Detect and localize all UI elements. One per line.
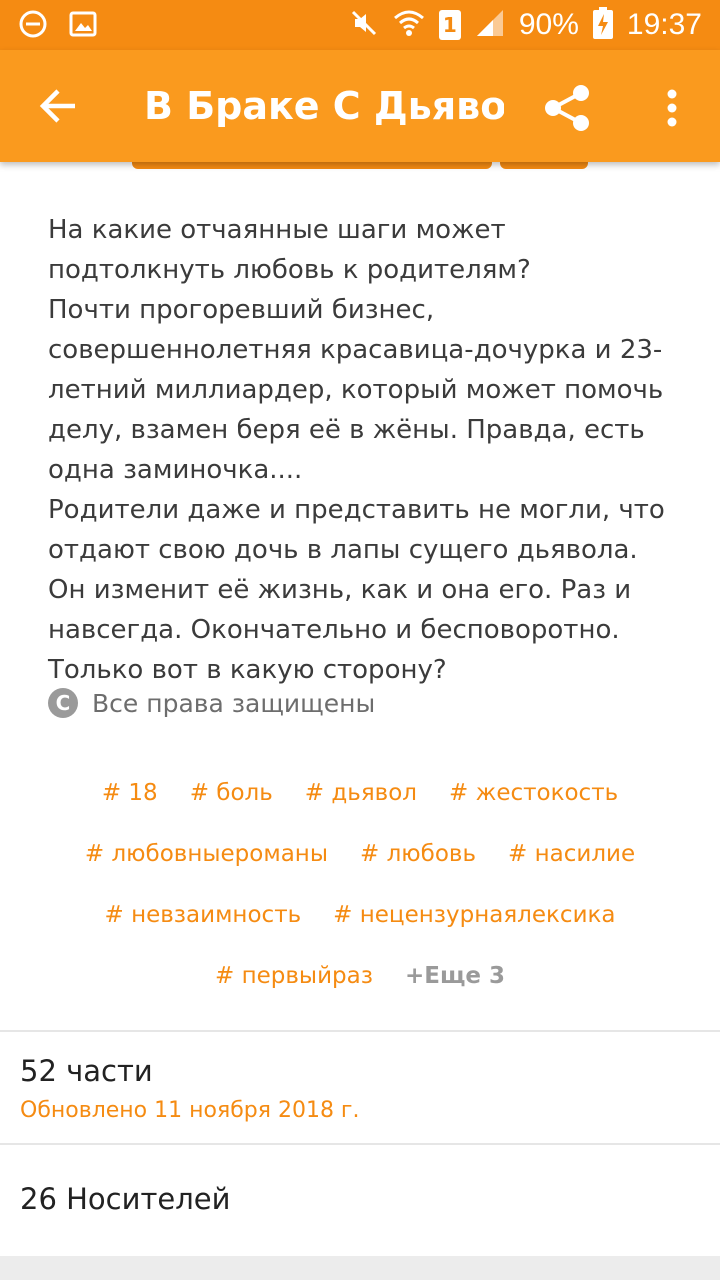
tag-zhestokost[interactable]: # жестокость (449, 780, 618, 806)
copyright-icon: C (48, 688, 78, 718)
copyright-text: Все права защищены (92, 688, 376, 718)
tag-row: # 18 # боль # дьявол # жестокость (0, 762, 720, 823)
copyright-row: C Все права защищены (48, 688, 375, 718)
battery-charging-icon (592, 7, 613, 43)
more-options-button[interactable] (648, 78, 696, 138)
tag-dyavol[interactable]: # дьявол (305, 780, 417, 806)
tag-list: # 18 # боль # дьявол # жестокость # любо… (0, 762, 720, 1006)
do-not-disturb-icon (18, 9, 48, 43)
tag-nevzaimnost[interactable]: # невзаимность (104, 902, 301, 928)
story-title: В Браке С Дьяво… (144, 84, 504, 128)
arrow-back-icon (39, 89, 75, 123)
sim-slot-number: 1 (442, 13, 457, 37)
tag-18[interactable]: # 18 (102, 780, 158, 806)
share-button[interactable] (538, 78, 598, 138)
tag-row: # невзаимность # нецензурнаялексика (0, 884, 720, 945)
battery-percentage: 90% (518, 8, 579, 41)
more-vert-icon (667, 89, 677, 127)
tag-lyubovnyeromany[interactable]: # любовныеромaны (85, 841, 328, 867)
mute-icon (349, 8, 379, 42)
app-bar: В Браке С Дьяво… (0, 50, 720, 162)
back-button[interactable] (30, 78, 86, 134)
share-icon (545, 85, 589, 131)
divider (0, 1143, 720, 1145)
image-icon (68, 9, 98, 43)
clock: 19:37 (626, 8, 702, 41)
last-updated: Обновлено 11 ноября 2018 г. (20, 1098, 360, 1123)
media-row[interactable]: 26 Носителей (0, 1146, 720, 1256)
tag-lyubov[interactable]: # любовь (360, 841, 476, 867)
tag-bol[interactable]: # боль (190, 780, 273, 806)
tag-pervyyraz[interactable]: # первыйраз (215, 963, 373, 989)
wifi-icon (393, 8, 425, 42)
parts-row[interactable]: 52 части Обновлено 11 ноября 2018 г. (0, 1032, 720, 1144)
media-count: 26 Носителей (20, 1182, 231, 1216)
tag-necenzurnayaleksika[interactable]: # нецензурнаялексика (333, 902, 615, 928)
sim-icon: 1 (438, 10, 461, 40)
status-bar: 1 90% 19:37 (0, 0, 720, 50)
more-tags-button[interactable]: +Еще 3 (405, 963, 505, 989)
signal-icon (475, 8, 505, 42)
bottom-band (0, 1256, 720, 1280)
parts-count: 52 части (20, 1054, 153, 1088)
story-description: На какие отчаянные шаги может подтолкнут… (48, 215, 665, 685)
tag-row: # любовныеромaны # любовь # насилие (0, 823, 720, 884)
tag-nasilie[interactable]: # насилие (508, 841, 635, 867)
tag-row: # первыйраз +Еще 3 (0, 945, 720, 1006)
